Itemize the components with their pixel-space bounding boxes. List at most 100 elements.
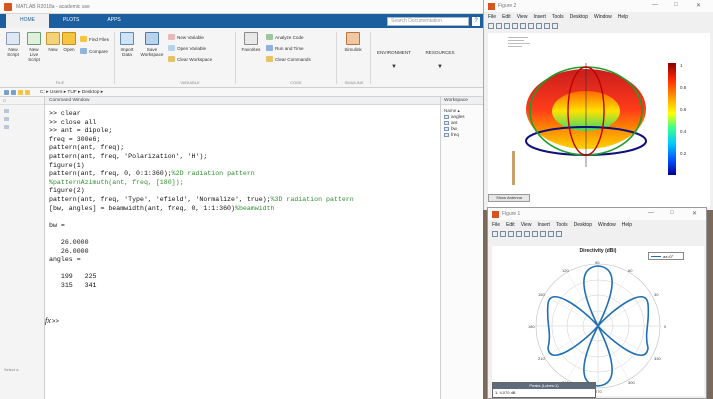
save-workspace-button[interactable]: Save Workspace [140, 32, 164, 57]
pointer-icon[interactable] [544, 23, 550, 29]
link-plot-icon[interactable] [520, 23, 526, 29]
command-code: figure(1) [49, 161, 85, 169]
open-button[interactable]: Open [62, 32, 76, 52]
tab-home[interactable]: HOME [6, 14, 49, 28]
favorites-button[interactable]: Favorites [240, 32, 262, 52]
variable-icon [444, 127, 449, 131]
new-live-script-button[interactable]: New Live Script [25, 32, 43, 62]
import-data-button[interactable]: Import Data [118, 32, 136, 57]
tab-apps[interactable]: APPS [93, 14, 134, 28]
command-code: figure(2) [49, 187, 85, 195]
menu-desktop[interactable]: Desktop [574, 222, 592, 228]
save-icon[interactable] [504, 23, 510, 29]
menu-insert[interactable]: Insert [533, 14, 546, 20]
new-figure-icon[interactable] [488, 23, 494, 29]
compare-button[interactable]: Compare [80, 48, 108, 54]
link-plot-icon[interactable] [524, 231, 530, 237]
menu-tools[interactable]: Tools [552, 14, 564, 20]
list-item[interactable] [4, 125, 11, 130]
clear-commands-button[interactable]: Clear Commands [266, 56, 311, 62]
new-variable-button[interactable]: New Variable [168, 34, 204, 40]
menu-tools[interactable]: Tools [556, 222, 568, 228]
command-code: 26.0000 [49, 247, 89, 255]
save-icon[interactable] [508, 231, 514, 237]
command-line: %patternAzimuth(ant, freq, [180]); [49, 179, 354, 188]
list-item[interactable] [4, 109, 11, 114]
address-path[interactable]: C: ▸ Users ▸ TUF ▸ Desktop ▸ [40, 90, 103, 95]
browse-folder-icon[interactable] [25, 89, 30, 95]
new-button[interactable]: New [46, 32, 60, 52]
figure-2-canvas[interactable]: 1 0.8 0.6 0.4 0.2 [488, 33, 710, 208]
legend-icon[interactable] [540, 231, 546, 237]
maximize-icon[interactable]: □ [670, 210, 674, 216]
command-code: [bw, angles] = beamwidth(ant, freq, 0, 1… [49, 204, 235, 212]
menu-file[interactable]: File [492, 222, 500, 228]
forward-icon[interactable] [11, 89, 16, 95]
command-code: freq = 300e6; [49, 135, 101, 143]
search-documentation-input[interactable]: Search Documentation [387, 17, 469, 26]
find-files-button[interactable]: Find Files [80, 36, 109, 42]
help-icon[interactable]: ? [472, 17, 480, 26]
figure-1-canvas[interactable]: Directivity (dBi) az=0° 90 120 60 150 30… [492, 246, 704, 398]
new-icon [46, 32, 60, 45]
select-file-label: Select a [4, 367, 19, 372]
peaks-datatip[interactable]: Peaks (Lobes:1) 1: 4.070 dB [492, 382, 596, 398]
menu-edit[interactable]: Edit [502, 14, 511, 20]
up-folder-icon[interactable] [18, 89, 23, 95]
fx-icon[interactable]: fx [45, 316, 51, 325]
command-line: >> clear [49, 110, 354, 119]
environment-button[interactable]: ENVIRONMENT ▼ [374, 50, 414, 70]
menu-window[interactable]: Window [594, 14, 612, 20]
tab-plots[interactable]: PLOTS [49, 14, 93, 28]
maximize-icon[interactable]: □ [674, 2, 678, 8]
menu-window[interactable]: Window [598, 222, 616, 228]
workspace-pane: Workspace Name ▴ angles ant bw freq [441, 97, 483, 399]
open-icon[interactable] [496, 23, 502, 29]
plot-tools-icon[interactable] [552, 23, 558, 29]
run-and-time-button[interactable]: Run and Time [266, 45, 304, 51]
legend-icon[interactable] [536, 23, 542, 29]
pointer-icon[interactable] [548, 231, 554, 237]
command-prompt[interactable]: fx>> [45, 316, 59, 325]
plot-tools-icon[interactable] [556, 231, 562, 237]
workspace-variable[interactable]: freq [441, 132, 483, 138]
menu-view[interactable]: View [517, 14, 528, 20]
menu-edit[interactable]: Edit [506, 222, 515, 228]
menu-help[interactable]: Help [622, 222, 632, 228]
ribbon-separator [336, 32, 337, 84]
menu-help[interactable]: Help [618, 14, 628, 20]
colorbar-icon[interactable] [528, 23, 534, 29]
resources-button[interactable]: RESOURCES ▼ [420, 50, 460, 70]
minimize-icon[interactable]: — [648, 210, 654, 216]
colorbar-icon[interactable] [532, 231, 538, 237]
new-figure-icon[interactable] [492, 231, 498, 237]
figure-2-title-bar: Figure 2 — □ ✕ [484, 0, 713, 12]
variable-icon [444, 121, 449, 125]
menu-desktop[interactable]: Desktop [570, 14, 588, 20]
close-icon[interactable]: ✕ [696, 2, 701, 9]
minimize-icon[interactable]: — [652, 2, 658, 8]
ribbon-separator [370, 32, 371, 84]
figure-icon [492, 210, 499, 218]
command-window[interactable]: Command Window >> clear >> close all >> an… [45, 97, 441, 399]
close-icon[interactable]: ✕ [692, 210, 697, 217]
new-script-button[interactable]: New Script [4, 32, 22, 57]
show-antenna-button[interactable]: Show Antenna [488, 194, 530, 202]
command-code: angles = [49, 256, 81, 264]
menu-insert[interactable]: Insert [537, 222, 550, 228]
print-icon[interactable] [516, 231, 522, 237]
clear-workspace-button[interactable]: Clear Workspace [168, 56, 212, 62]
open-variable-button[interactable]: Open Variable [168, 45, 206, 51]
print-icon[interactable] [512, 23, 518, 29]
chevron-down-icon: ▼ [391, 64, 397, 70]
command-code: pattern(ant, freq); [49, 144, 125, 152]
list-item[interactable] [4, 117, 11, 122]
menu-file[interactable]: File [488, 14, 496, 20]
menu-view[interactable]: View [521, 222, 532, 228]
open-icon[interactable] [500, 231, 506, 237]
simulink-button[interactable]: Simulink [342, 32, 364, 52]
back-icon[interactable] [4, 89, 9, 95]
analyze-code-button[interactable]: Analyze Code [266, 34, 304, 40]
folder-icon [4, 125, 9, 129]
group-label-variable: VARIABLE [180, 80, 200, 85]
